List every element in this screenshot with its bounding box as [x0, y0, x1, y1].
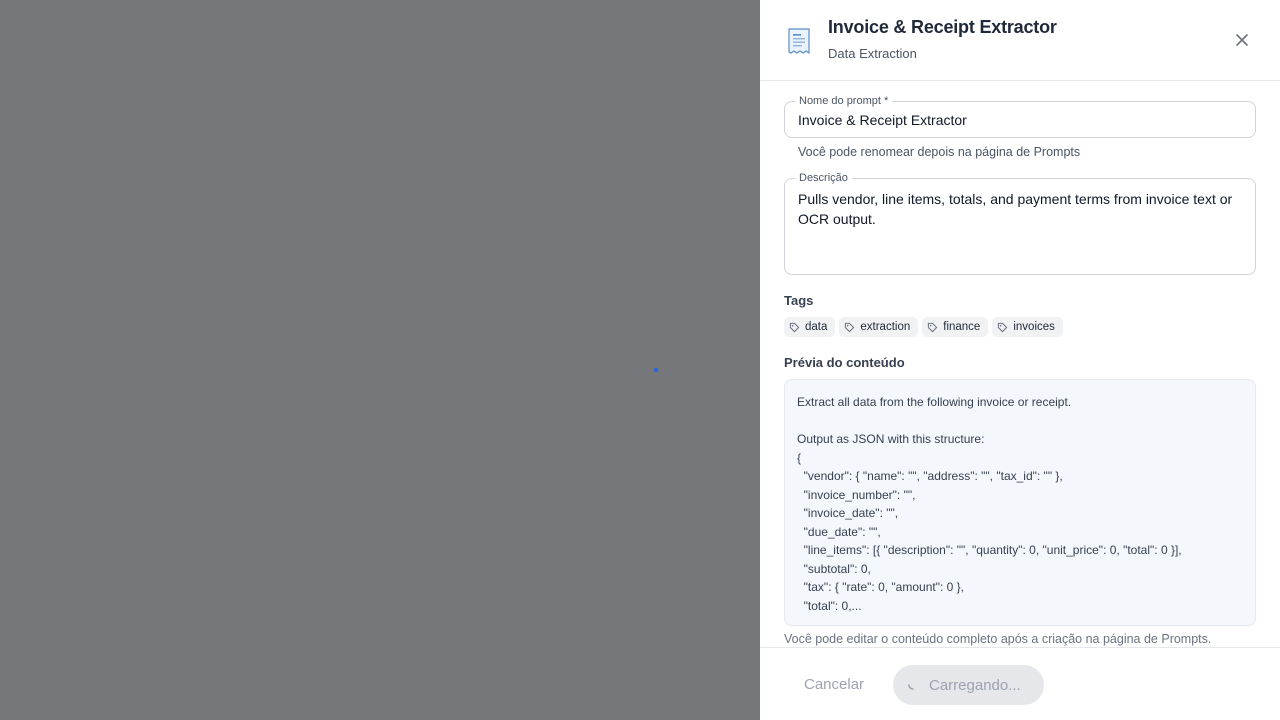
spinner-icon: [908, 684, 914, 690]
tag-icon: [789, 322, 800, 332]
tag-icon: [998, 322, 1008, 332]
prompt-name-field[interactable]: Nome do prompt * Invoice & Receipt Extra…: [784, 94, 1256, 138]
submit-button-label: Carregando...: [929, 676, 1021, 694]
description-field[interactable]: Descrição Pulls vendor, line items, tota…: [784, 171, 1256, 275]
prompt-name-input[interactable]: Invoice & Receipt Extractor: [798, 112, 967, 128]
submit-button[interactable]: Carregando...: [893, 665, 1044, 705]
tag-chip: finance: [922, 317, 989, 337]
tag-icon: [845, 322, 855, 332]
tag-label: data: [805, 321, 828, 333]
tag-chip: extraction: [839, 317, 919, 337]
drawer-body[interactable]: Nome do prompt * Invoice & Receipt Extra…: [760, 81, 1280, 647]
description-textarea[interactable]: Pulls vendor, line items, totals, and pa…: [798, 189, 1244, 229]
tag-label: extraction: [860, 321, 911, 333]
drawer-header: Invoice & Receipt Extractor Data Extract…: [760, 0, 1280, 81]
drawer-subtitle: Data Extraction: [828, 46, 917, 61]
tag-chip: data: [784, 317, 836, 337]
receipt-icon: [786, 27, 812, 55]
content-preview-text: Extract all data from the following invo…: [797, 395, 1182, 613]
close-button[interactable]: [1232, 30, 1252, 50]
tag-chip: invoices: [992, 317, 1063, 337]
tags-heading: Tags: [784, 293, 814, 308]
tag-label: invoices: [1013, 321, 1055, 333]
content-preview: Extract all data from the following invo…: [784, 379, 1256, 626]
close-icon: [1236, 34, 1248, 46]
modal-backdrop[interactable]: [0, 0, 760, 720]
content-preview-heading: Prévia do conteúdo: [784, 355, 905, 370]
create-prompt-drawer: Invoice & Receipt Extractor Data Extract…: [760, 0, 1280, 720]
tag-list: data extraction finance invoices: [784, 317, 1063, 337]
drawer-title: Invoice & Receipt Extractor: [828, 17, 1057, 37]
description-label: Descrição: [795, 171, 852, 185]
tag-label: finance: [943, 321, 981, 333]
cancel-button[interactable]: Cancelar: [804, 676, 864, 693]
prompt-name-helper: Você pode renomear depois na página de P…: [798, 145, 1081, 159]
tag-icon: [928, 322, 938, 332]
content-preview-footnote: Você pode editar o conteúdo completo apó…: [784, 632, 1212, 646]
prompt-name-label: Nome do prompt *: [795, 94, 893, 108]
loading-indicator: [654, 368, 658, 372]
drawer-footer: Cancelar Carregando...: [760, 647, 1280, 720]
